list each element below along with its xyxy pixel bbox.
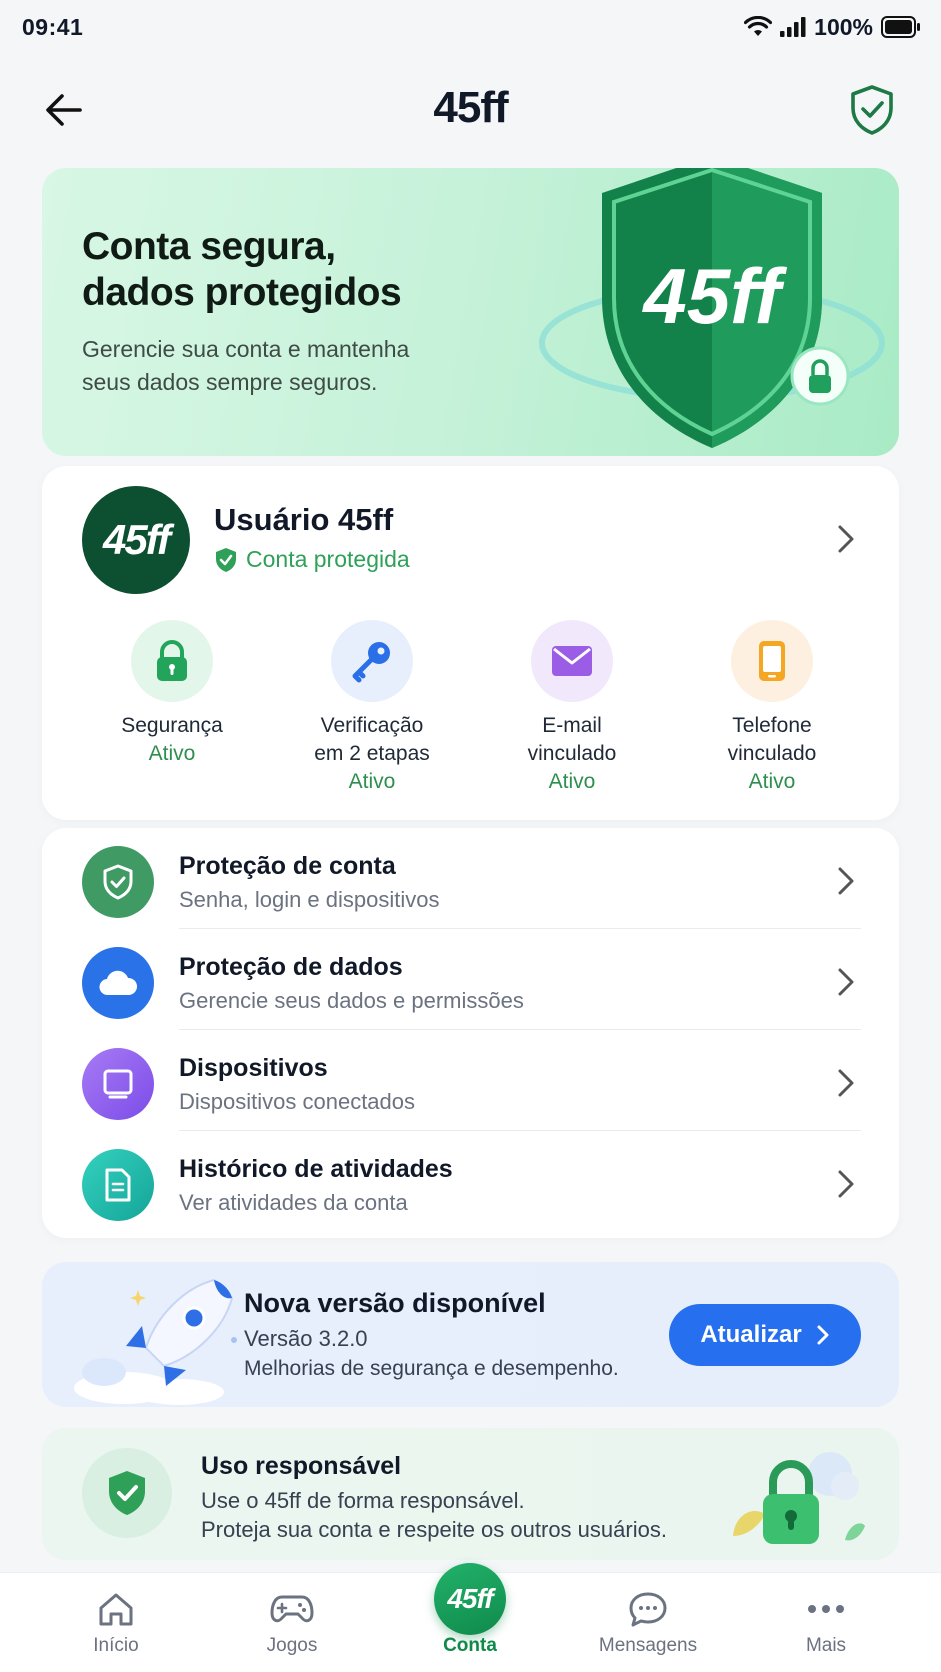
tab-label: Mensagens (598, 1635, 698, 1656)
battery-icon (881, 16, 920, 38)
feature-phone[interactable]: Telefone vinculado Ativo (672, 620, 872, 796)
hero-title-line2: dados protegidos (82, 271, 402, 314)
signal-icon (780, 17, 806, 37)
home-icon (94, 1587, 138, 1631)
chevron-right-icon (837, 1169, 855, 1204)
update-button-label: Atualizar (700, 1321, 802, 1348)
menu-title: Histórico de atividades (179, 1155, 453, 1183)
feature-two-step[interactable]: Verificação em 2 etapas Ativo (272, 620, 472, 796)
shield-check-icon (851, 85, 893, 135)
chat-icon (626, 1587, 670, 1631)
profile-chevron-icon (837, 524, 855, 559)
tab-games[interactable]: Jogos (222, 1573, 362, 1672)
security-features: Segurança Ativo Verificação em 2 etapas … (42, 620, 899, 796)
more-icon (804, 1587, 848, 1631)
gamepad-icon (270, 1587, 314, 1631)
status-indicators: 100% (744, 14, 921, 41)
menu-subtitle: Senha, login e dispositivos (179, 887, 440, 912)
shield-check-icon (82, 1448, 172, 1538)
update-button[interactable]: Atualizar (669, 1304, 861, 1366)
responsible-line1: Use o 45ff de forma responsável. (201, 1488, 525, 1513)
tab-messages[interactable]: Mensagens (578, 1573, 718, 1672)
menu-subtitle: Gerencie seus dados e permissões (179, 988, 524, 1013)
shield-check-small-icon (216, 547, 236, 572)
update-version: Versão 3.2.0 (244, 1326, 368, 1351)
settings-menu: Proteção de conta Senha, login e disposi… (42, 828, 899, 1238)
menu-subtitle: Ver atividades da conta (179, 1190, 408, 1215)
feature-label: Verificação em 2 etapas (314, 714, 430, 765)
update-title: Nova versão disponível (244, 1288, 546, 1318)
cloud-icon (82, 947, 154, 1019)
avatar: 45ff (82, 486, 190, 594)
hero-banner: Conta segura, dados protegidos Gerencie … (42, 168, 899, 456)
back-button[interactable] (40, 86, 88, 134)
menu-item-account-protection[interactable]: Proteção de conta Senha, login e disposi… (42, 828, 899, 929)
lock-icon (131, 620, 213, 702)
responsible-line2: Proteja sua conta e respeite os outros u… (201, 1517, 667, 1542)
feature-label: E-mail vinculado (527, 714, 617, 765)
feature-security[interactable]: Segurança Ativo (72, 620, 272, 796)
status-bar: 09:41 100% (0, 0, 941, 54)
tab-label: Jogos (266, 1635, 318, 1656)
menu-item-devices[interactable]: Dispositivos Dispositivos conectados (42, 1030, 899, 1131)
hero-subtitle: Gerencie sua conta e mantenha seus dados… (82, 333, 512, 399)
security-shield-button[interactable] (847, 84, 897, 136)
phone-icon (731, 620, 813, 702)
chevron-right-icon (837, 1068, 855, 1103)
menu-title: Proteção de conta (179, 852, 396, 880)
responsible-title: Uso responsável (201, 1452, 402, 1480)
feature-status: Ativo (748, 770, 796, 793)
feature-label: Telefone vinculado (727, 714, 817, 765)
tablet-icon (82, 1048, 154, 1120)
padlock-icon (733, 1452, 865, 1544)
profile-status: Conta protegida (214, 546, 410, 573)
tab-label: Mais (805, 1635, 847, 1656)
chevron-right-icon (837, 967, 855, 1002)
responsible-use-card: Uso responsável Use o 45ff de forma resp… (42, 1428, 899, 1560)
feature-email[interactable]: E-mail vinculado Ativo (472, 620, 672, 796)
key-icon (331, 620, 413, 702)
menu-item-data-protection[interactable]: Proteção de dados Gerencie seus dados e … (42, 929, 899, 1030)
avatar-text: 45ff (103, 516, 171, 563)
page-title: 45ff (433, 83, 508, 132)
menu-subtitle: Dispositivos conectados (179, 1089, 416, 1114)
bottom-tab-bar: Início Jogos Conta 45ff Mensagens Mais (0, 1563, 941, 1672)
feature-label: Segurança (121, 714, 223, 737)
hero-title: Conta segura, dados protegidos (82, 224, 512, 316)
battery-percent: 100% (814, 13, 873, 40)
hero-title-line1: Conta segura, (82, 225, 336, 268)
profile-card[interactable]: 45ff Usuário 45ff Conta protegida Segura… (42, 466, 899, 820)
tab-label: Início (93, 1635, 139, 1656)
hero-shield-text: 45ff (641, 252, 787, 340)
update-banner: Nova versão disponível Versão 3.2.0 Melh… (42, 1262, 899, 1407)
account-badge-icon[interactable]: 45ff (434, 1563, 506, 1635)
rocket-icon (74, 1278, 237, 1405)
document-icon (82, 1149, 154, 1221)
update-description: Melhorias de segurança e desempenho. (244, 1357, 619, 1380)
tab-label: Conta (443, 1635, 497, 1656)
mail-icon (531, 620, 613, 702)
shield-check-icon (82, 846, 154, 918)
tab-more[interactable]: Mais (756, 1573, 896, 1672)
feature-status: Ativo (148, 742, 196, 765)
account-badge-text: 45ff (447, 1583, 493, 1614)
arrow-left-icon (46, 94, 82, 126)
chevron-right-icon (837, 866, 855, 901)
menu-title: Proteção de dados (179, 953, 403, 981)
hero-subtitle-line1: Gerencie sua conta e mantenha (82, 336, 410, 362)
menu-item-activity-history[interactable]: Histórico de atividades Ver atividades d… (42, 1131, 899, 1232)
chevron-right-icon (817, 1325, 829, 1345)
tab-home[interactable]: Início (46, 1573, 186, 1672)
profile-status-text: Conta protegida (246, 546, 410, 572)
shield-illustration: 45ff (539, 168, 885, 448)
nav-bar: 45ff (0, 70, 941, 146)
hero-subtitle-line2: seus dados sempre seguros. (82, 369, 378, 395)
status-time: 09:41 (22, 13, 84, 40)
feature-status: Ativo (348, 770, 396, 793)
wifi-icon (744, 16, 773, 36)
menu-title: Dispositivos (179, 1054, 328, 1082)
feature-status: Ativo (548, 770, 596, 793)
profile-name: Usuário 45ff (214, 502, 394, 537)
